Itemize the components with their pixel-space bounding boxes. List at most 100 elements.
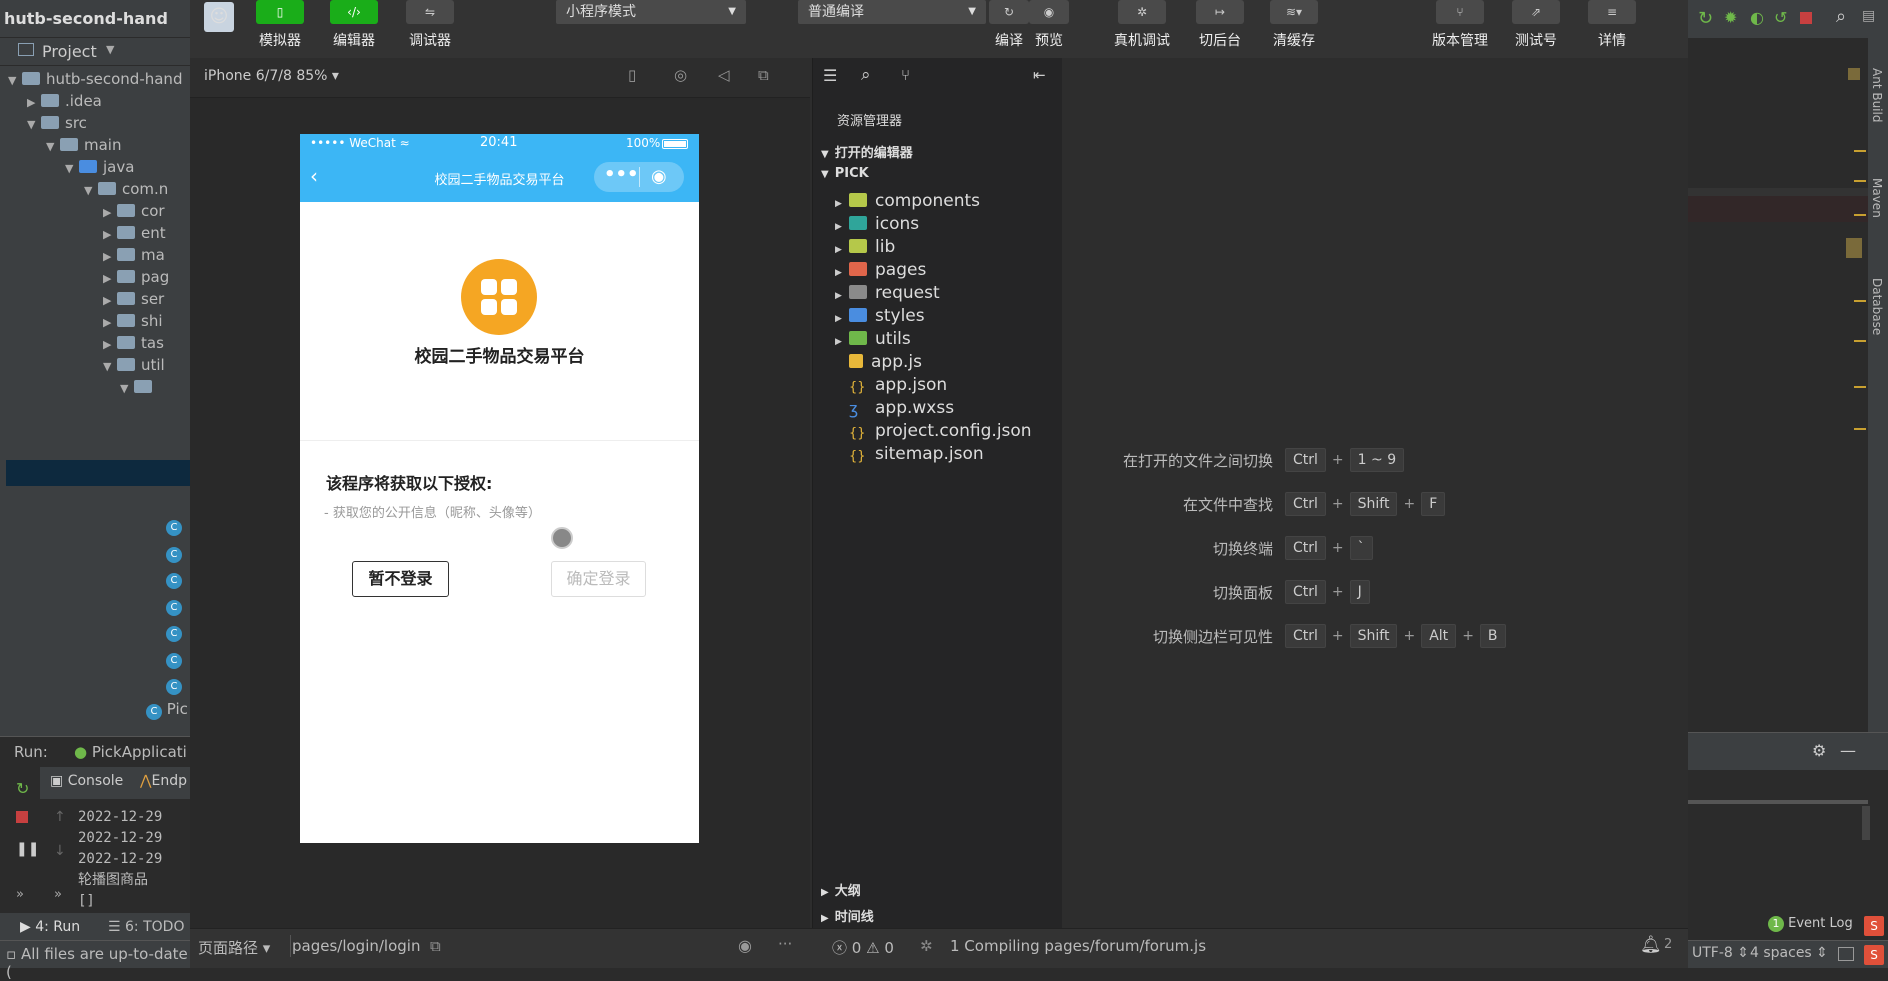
database-tab[interactable]: Database (1870, 278, 1884, 335)
file-label: lib (875, 237, 896, 257)
tree-item-pic[interactable]: C Pic (146, 700, 188, 720)
maven-tab[interactable]: Maven (1870, 178, 1884, 218)
background-icon: ↦ (1196, 0, 1244, 24)
encoding-select[interactable]: UTF-8 ⇕ (1692, 945, 1749, 961)
mode-select[interactable]: 小程序模式 ▼ (556, 0, 746, 24)
rerun-icon[interactable]: ↻ (1698, 8, 1713, 29)
class-file-icon[interactable]: C (166, 599, 182, 616)
problems-count[interactable]: ⓧ 0 ⚠ 0 (832, 937, 894, 958)
scrollbar-vertical[interactable] (1862, 806, 1870, 840)
search-icon[interactable]: ⌕ (861, 65, 871, 85)
bell-icon[interactable]: 🔔︎ (1640, 935, 1662, 955)
warning-marker[interactable] (1848, 68, 1860, 80)
tree-item[interactable]: ▼ (120, 374, 158, 400)
cancel-login-button[interactable]: 暂不登录 (352, 561, 449, 597)
chevron-down-icon[interactable]: ▼ (46, 134, 60, 160)
pause-icon[interactable]: ❚❚ (16, 841, 39, 857)
endpoints-tab[interactable]: ⋀Endp (140, 773, 187, 789)
test-account-button[interactable]: ⇗ 测试号 (1508, 0, 1564, 50)
remote-debug-button[interactable]: ✲ 真机调试 (1110, 0, 1174, 50)
key-cap: J (1349, 580, 1370, 604)
ime-icon[interactable]: S (1864, 945, 1884, 965)
project-view-label[interactable]: Project (42, 42, 97, 61)
simulator-toggle[interactable]: ▯ 模拟器 (252, 0, 308, 50)
ide-tool-tabs: ▶ 4: Run ☰ 6: TODO (0, 913, 190, 943)
outline-section[interactable]: ▶ 大纲 (813, 880, 1063, 902)
scroll-down-icon[interactable]: ↓ (54, 843, 66, 859)
scrollbar-horizontal[interactable] (1688, 800, 1868, 804)
chevron-down-icon[interactable]: ▼ (84, 178, 98, 204)
more-icon[interactable]: » (54, 887, 62, 902)
coverage-icon[interactable]: ◐ (1750, 8, 1764, 27)
console-tab[interactable]: ▣ Console (50, 773, 123, 789)
device-select[interactable]: iPhone 6/7/8 85% ▾ (204, 68, 339, 84)
root-folder-section[interactable]: ▼ PICK (813, 166, 1063, 188)
bug-icon: ✲ (1118, 0, 1166, 24)
background-button[interactable]: ↦ 切后台 (1192, 0, 1248, 50)
class-file-icon[interactable]: C (166, 546, 182, 563)
window-icon[interactable]: ⧉ (758, 66, 769, 84)
stop-icon[interactable] (16, 811, 28, 823)
scroll-up-icon[interactable]: ↑ (54, 809, 66, 825)
volume-icon[interactable]: ◁ (718, 66, 730, 84)
stop-icon[interactable] (1800, 12, 1812, 24)
scroll-thumb[interactable] (1846, 238, 1862, 258)
ime-icon[interactable]: S (1864, 916, 1884, 936)
open-editors-section[interactable]: ▼ 打开的编辑器 (813, 142, 1063, 164)
minimize-icon[interactable]: — (1840, 741, 1856, 760)
compile-select[interactable]: 普通编译 ▼ (798, 0, 986, 24)
class-file-icon[interactable]: C (166, 520, 182, 536)
chevron-down-icon[interactable]: ▼ (120, 376, 134, 402)
chevron-down-icon[interactable]: ▼ (106, 43, 114, 56)
more-icon[interactable]: ••• (604, 164, 639, 185)
class-file-icon[interactable]: C (166, 679, 182, 695)
branch-icon[interactable]: ⑂ (901, 66, 910, 84)
chevron-down-icon[interactable]: ▼ (103, 354, 117, 380)
ide-title-bar: hutb-second-hand (0, 0, 190, 38)
todo-tool-tab[interactable]: ☰ 6: TODO (108, 919, 184, 935)
avatar[interactable]: ☺ (204, 2, 234, 32)
ant-build-tab[interactable]: Ant Build (1870, 68, 1884, 122)
search-icon[interactable]: ⌕ (1836, 6, 1846, 27)
details-button[interactable]: ≡ 详情 (1584, 0, 1640, 50)
class-file-icon[interactable]: C (166, 573, 182, 589)
rerun-icon[interactable]: ↻ (16, 779, 29, 798)
folder-icon (41, 94, 59, 107)
run-config-tab[interactable]: ● PickApplicati (74, 743, 187, 761)
eye-icon[interactable]: ◉ (738, 936, 752, 955)
confirm-login-button[interactable]: 确定登录 (551, 561, 646, 597)
class-file-icon[interactable]: C (166, 626, 182, 642)
run-tool-tab[interactable]: ▶ 4: Run (20, 919, 80, 935)
lock-icon[interactable] (1838, 947, 1854, 961)
event-log-button[interactable]: 1 Event Log (1768, 916, 1853, 932)
layout-icon[interactable]: ▤ (1862, 8, 1875, 24)
chevron-down-icon[interactable]: ▼ (27, 112, 41, 138)
chevron-down-icon[interactable]: ▼ (8, 68, 22, 94)
close-capsule-icon[interactable]: ◉ (651, 166, 667, 187)
file-item[interactable]: {} sitemap.json (813, 441, 1063, 468)
selected-tree-row[interactable] (6, 460, 190, 486)
class-file-icon[interactable]: C (166, 652, 182, 669)
preview-button[interactable]: ◉ 预览 (1024, 0, 1074, 50)
more-icon[interactable]: ··· (778, 935, 792, 953)
clear-cache-button[interactable]: ≋▾ 清缓存 (1266, 0, 1322, 50)
debugger-label: 调试器 (409, 33, 451, 49)
page-path-select[interactable]: 页面路径 ▾ (198, 937, 270, 958)
timeline-section[interactable]: ▶ 时间线 (813, 906, 1063, 928)
editor-toggle[interactable]: ‹/› 编辑器 (326, 0, 382, 50)
list-icon[interactable]: ☰ (823, 66, 837, 85)
debugger-toggle[interactable]: ⇋ 调试器 (402, 0, 458, 50)
collapse-panel-icon[interactable]: ⇤ (1033, 66, 1046, 84)
profile-icon[interactable]: ↺ (1774, 8, 1787, 27)
chevron-down-icon[interactable]: ▼ (65, 156, 79, 182)
folder-icon (849, 285, 867, 299)
phone-icon[interactable]: ▯ (628, 66, 636, 84)
indent-select[interactable]: 4 spaces ⇕ (1750, 945, 1828, 961)
debug-icon[interactable]: ✹ (1724, 8, 1737, 27)
gear-icon[interactable]: ⚙ (1812, 741, 1826, 760)
version-button[interactable]: ⑂ 版本管理 (1426, 0, 1494, 50)
copy-icon[interactable]: ⧉ (430, 937, 441, 955)
ide-project-title[interactable]: hutb-second-hand (4, 9, 168, 28)
record-icon[interactable]: ◎ (674, 66, 687, 84)
more-icon[interactable]: » (16, 887, 24, 902)
